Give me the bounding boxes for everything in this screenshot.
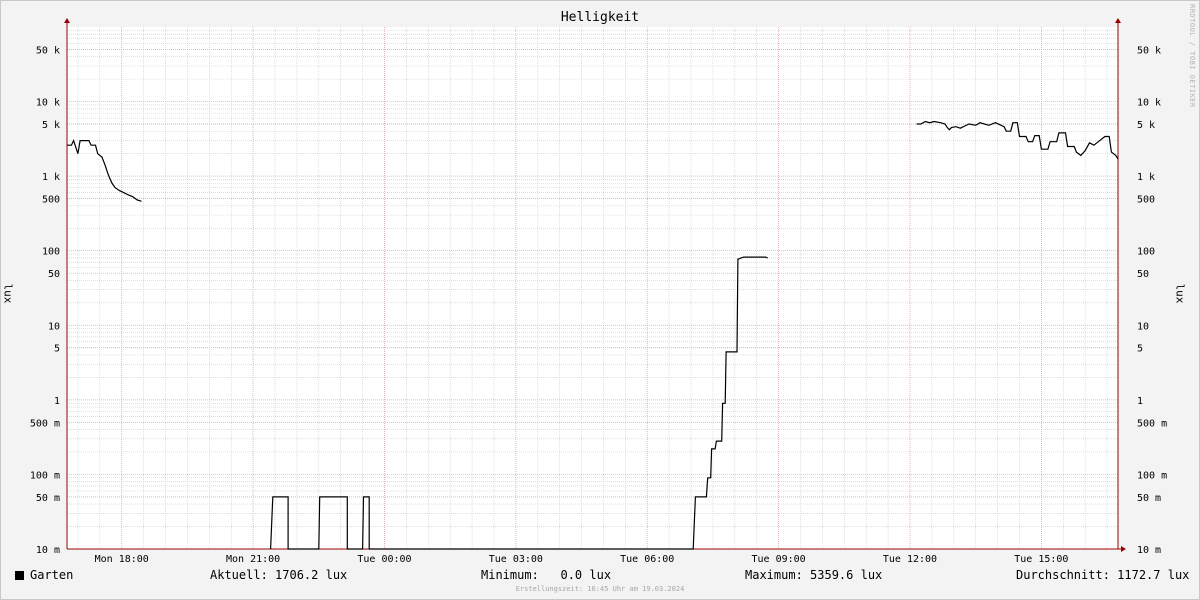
y-tick-label-right: 10 (1137, 321, 1149, 332)
y-tick-label-left: 10 (48, 321, 60, 332)
y-tick-label-right: 5 (1137, 344, 1143, 355)
x-tick-label: Tue 15:00 (1014, 554, 1068, 565)
x-tick-label: Mon 18:00 (95, 554, 149, 565)
y-tick-label-right: 5 k (1137, 120, 1155, 131)
y-tick-label-left: 500 m (30, 418, 60, 429)
y-tick-label-left: 50 (48, 269, 60, 280)
x-tick-label: Mon 21:00 (226, 554, 280, 565)
y-tick-label-right: 50 m (1137, 493, 1161, 504)
y-tick-label-right: 1 k (1137, 172, 1155, 183)
y-tick-label-left: 5 (54, 344, 60, 355)
x-tick-label: Tue 06:00 (620, 554, 674, 565)
y-tick-label-left: 10 k (36, 98, 60, 109)
plot-canvas (67, 27, 1118, 549)
x-tick-label: Tue 03:00 (489, 554, 543, 565)
legend-aktuell: Aktuell: 1706.2 lux (210, 568, 348, 582)
x-tick-label: Tue 09:00 (752, 554, 806, 565)
y-axis-arrow-right (1115, 18, 1121, 23)
y-tick-label-left: 50 m (36, 493, 60, 504)
legend-swatch (15, 571, 24, 580)
y-tick-label-right: 100 m (1137, 470, 1167, 481)
y-tick-label-left: 50 k (36, 45, 60, 56)
legend-series-label: Garten (30, 568, 74, 582)
legend-maximum: Maximum: 5359.6 lux (745, 568, 883, 582)
x-tick-label: Tue 12:00 (883, 554, 937, 565)
y-tick-label-left: 5 k (42, 120, 60, 131)
y-tick-label-right: 100 (1137, 247, 1155, 258)
x-axis-arrow (1121, 546, 1126, 552)
y-tick-label-right: 10 k (1137, 98, 1161, 109)
y-tick-label-right: 50 k (1137, 45, 1161, 56)
y-tick-label-right: 50 (1137, 269, 1149, 280)
y-axis-label-left: lux (1, 283, 15, 304)
y-tick-label-right: 1 (1137, 396, 1143, 407)
y-tick-label-left: 10 m (36, 545, 60, 556)
y-tick-label-left: 100 m (30, 470, 60, 481)
y-axis-label-right: lux (1173, 283, 1187, 304)
y-tick-label-left: 1 k (42, 172, 60, 183)
y-tick-label-left: 100 (42, 247, 60, 258)
y-tick-label-right: 500 m (1137, 418, 1167, 429)
legend-minimum: Minimum: 0.0 lux (481, 568, 612, 582)
y-tick-label-right: 10 m (1137, 545, 1161, 556)
y-tick-label-left: 500 (42, 195, 60, 206)
y-tick-label-left: 1 (54, 396, 60, 407)
y-tick-label-right: 500 (1137, 195, 1155, 206)
creation-time-footer: Erstellungszeit: 16:45 Uhr am 19.03.2024 (515, 585, 685, 593)
y-axis-arrow-left (64, 18, 70, 23)
chart-plot: Mon 18:00 Mon 21:00 Tue 00:00 Tue 03:00 Tue … (30, 18, 1167, 565)
legend-garten: Garten (15, 568, 73, 582)
legend-durchschnitt: Durchschnitt: 1172.7 lux (1016, 568, 1190, 582)
x-tick-label: Tue 00:00 (357, 554, 411, 565)
